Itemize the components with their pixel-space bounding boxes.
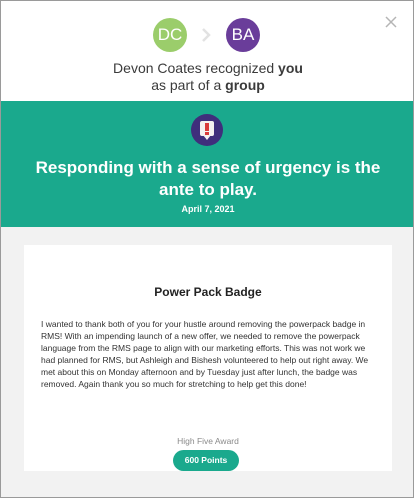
chevron-right-icon: [199, 27, 213, 43]
points-badge: 600 Points: [173, 450, 239, 471]
award-date: April 7, 2021: [181, 204, 235, 214]
recognition-card: Power Pack Badge I wanted to thank both …: [24, 245, 392, 471]
avatar-row: DC BA: [1, 18, 413, 52]
group-prefix: as part of a: [151, 77, 222, 93]
card-message: I wanted to thank both of you for your h…: [41, 319, 369, 389]
group-label: group: [225, 77, 265, 93]
giver-name[interactable]: Devon Coates: [113, 60, 202, 76]
card-title: Power Pack Badge: [154, 285, 262, 299]
urgency-flag-icon: [191, 114, 223, 146]
recognition-modal: DC BA Devon Coates recognized you as par…: [0, 0, 414, 498]
recognition-target: you: [278, 60, 303, 76]
giver-avatar[interactable]: DC: [153, 18, 187, 52]
content-area: Power Pack Badge I wanted to thank both …: [1, 227, 413, 497]
award-type: High Five Award: [177, 436, 239, 446]
receiver-avatar[interactable]: BA: [226, 18, 260, 52]
recognition-verb: recognized: [205, 60, 275, 76]
value-title: Responding with a sense of urgency is th…: [35, 158, 381, 199]
value-banner: Responding with a sense of urgency is th…: [1, 101, 413, 227]
recognition-summary: Devon Coates recognized you as part of a…: [1, 60, 413, 94]
